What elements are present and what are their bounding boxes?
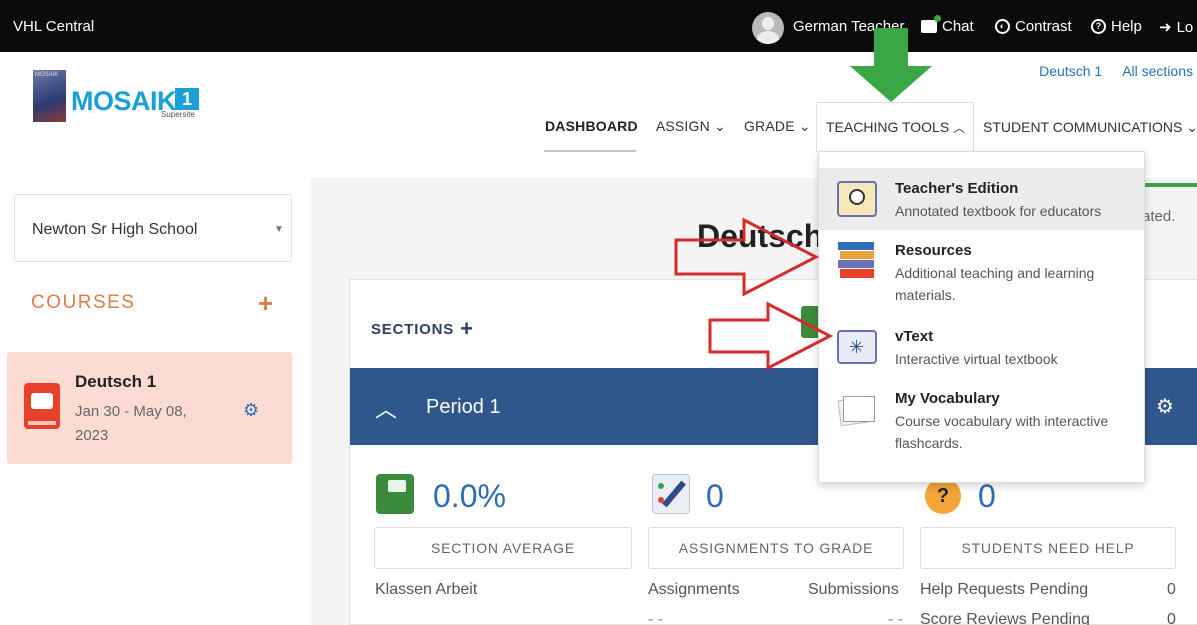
course-dates: Jan 30 - May 08, 2023 xyxy=(75,403,187,444)
submissions-value: - - xyxy=(888,611,904,625)
notebook-icon xyxy=(376,474,414,514)
help-requests-count: 0 xyxy=(1167,581,1176,598)
menu-item-vtext[interactable]: ✳ vText Interactive virtual textbook xyxy=(819,320,1144,380)
vtext-icon: ✳ xyxy=(835,328,879,368)
school-select[interactable]: Newton Sr High School ▼ xyxy=(14,194,292,262)
chevron-down-icon: ⌄ xyxy=(714,118,726,134)
teaching-tools-menu: Teacher's Edition Annotated textbook for… xyxy=(818,151,1145,483)
tab-dashboard[interactable]: DASHBOARD xyxy=(545,118,648,135)
question-bubble-icon: ? xyxy=(925,478,961,514)
course-name: Deutsch 1 xyxy=(75,372,157,391)
caret-down-icon: ▼ xyxy=(274,224,284,235)
logo-cover-image: MOSAIK xyxy=(33,70,66,122)
students-need-help-value: 0 xyxy=(978,478,996,514)
my-vocabulary-title: My Vocabulary xyxy=(895,390,1000,407)
resources-desc: Additional teaching and learning materia… xyxy=(895,265,1095,303)
menu-item-resources[interactable]: Resources Additional teaching and learni… xyxy=(819,232,1144,312)
score-reviews-count: 0 xyxy=(1167,611,1176,625)
tab-student-comms-label: STUDENT COMMUNICATIONS xyxy=(983,119,1183,135)
courses-heading: COURSES xyxy=(31,292,136,313)
main-nav: DASHBOARD ASSIGN ⌄ GRADE ⌄ xyxy=(545,118,829,135)
tab-assign[interactable]: ASSIGN ⌄ xyxy=(656,118,736,135)
contrast-label: Contrast xyxy=(1015,18,1072,35)
course-card[interactable]: Deutsch 1 Jan 30 - May 08, 2023 ⚙ xyxy=(7,352,292,464)
menu-item-teachers-edition[interactable]: Teacher's Edition Annotated textbook for… xyxy=(819,168,1144,230)
chat-icon xyxy=(921,15,941,33)
assignments-label: Assignments xyxy=(648,581,740,598)
logo-tiny-text: MOSAIK xyxy=(35,72,59,78)
brand-link[interactable]: VHL Central xyxy=(13,18,94,35)
assignment-pen-icon xyxy=(652,474,690,514)
top-bar: VHL Central German Teacher Chat ◐ Contra… xyxy=(0,0,1197,52)
sections-heading-label: SECTIONS xyxy=(371,320,455,338)
section-average-button[interactable]: SECTION AVERAGE xyxy=(374,527,632,569)
collapse-chevron-icon[interactable]: ︿ xyxy=(375,392,397,424)
school-name: Newton Sr High School xyxy=(32,221,198,238)
book-icon xyxy=(24,383,60,429)
logout-label: Lo xyxy=(1176,18,1194,36)
help-label: Help xyxy=(1111,18,1142,35)
logo-number: 1 xyxy=(175,88,199,110)
teachers-edition-title: Teacher's Edition xyxy=(895,180,1019,197)
vocabulary-cards-icon xyxy=(835,392,879,432)
alert-text: ated. xyxy=(1142,208,1176,225)
page-title: Deutsch xyxy=(697,218,824,254)
students-need-help-button[interactable]: STUDENTS NEED HELP xyxy=(920,527,1176,569)
tab-student-communications[interactable]: STUDENT COMMUNICATIONS ⌄ xyxy=(983,119,1197,136)
resources-title: Resources xyxy=(895,242,972,259)
breadcrumb: Deutsch 1 All sections xyxy=(1039,63,1193,79)
tab-teaching-tools-label: TEACHING TOOLS xyxy=(826,119,950,135)
course-settings-gear-icon[interactable]: ⚙ xyxy=(243,400,259,421)
resources-books-icon xyxy=(835,240,879,280)
assignments-value: - - xyxy=(648,611,664,625)
chat-label: Chat xyxy=(942,18,974,35)
chevron-up-icon: ︿ xyxy=(953,121,966,135)
menu-item-my-vocabulary[interactable]: My Vocabulary Course vocabulary with int… xyxy=(819,382,1144,462)
teachers-edition-desc: Annotated textbook for educators xyxy=(895,203,1102,219)
contrast-button[interactable]: ◐ Contrast xyxy=(995,18,1072,35)
period-settings-gear-icon[interactable]: ⚙ xyxy=(1156,394,1174,419)
tab-grade[interactable]: GRADE ⌄ xyxy=(744,118,821,135)
assignments-to-grade-value: 0 xyxy=(706,478,724,514)
user-avatar[interactable] xyxy=(752,12,784,44)
period-name: Period 1 xyxy=(426,396,501,418)
score-reviews-label: Score Reviews Pending xyxy=(920,611,1090,625)
help-button[interactable]: ? Help xyxy=(1091,18,1142,35)
chat-button[interactable]: Chat xyxy=(921,15,974,35)
active-tab-underline xyxy=(544,150,636,152)
vtext-desc: Interactive virtual textbook xyxy=(895,351,1058,367)
assignment-name[interactable]: Klassen Arbeit xyxy=(375,581,477,599)
vtext-title: vText xyxy=(895,328,934,345)
chevron-down-icon: ⌄ xyxy=(798,118,811,134)
crumb-sections[interactable]: All sections xyxy=(1122,63,1193,79)
user-name[interactable]: German Teacher xyxy=(793,18,904,35)
help-requests-label: Help Requests Pending xyxy=(920,581,1089,598)
my-vocabulary-desc: Course vocabulary with interactive flash… xyxy=(895,413,1109,451)
alert-accent xyxy=(1140,183,1197,187)
teachers-edition-icon xyxy=(835,179,879,219)
tab-assign-label: ASSIGN xyxy=(655,118,710,134)
crumb-course[interactable]: Deutsch 1 xyxy=(1039,63,1102,79)
contrast-icon: ◐ xyxy=(995,19,1010,34)
add-section-button[interactable]: + xyxy=(460,316,474,342)
add-course-button[interactable]: + xyxy=(258,288,273,319)
section-average-value: 0.0% xyxy=(433,478,506,514)
chevron-down-icon: ⌄ xyxy=(1186,119,1197,135)
mosaik-logo[interactable]: MOSAIK MOSAIK 1 Supersite xyxy=(33,70,213,122)
submissions-label: Submissions xyxy=(808,581,899,598)
logo-supersite: Supersite xyxy=(161,110,195,119)
help-icon: ? xyxy=(1091,19,1106,34)
logout-button[interactable]: ➜ Lo xyxy=(1159,18,1194,37)
tab-teaching-tools[interactable]: TEACHING TOOLS ︿ xyxy=(826,119,965,136)
tab-grade-label: GRADE xyxy=(743,118,795,134)
logout-icon: ➜ xyxy=(1159,19,1172,36)
sections-heading: SECTIONS + xyxy=(371,316,474,342)
assignments-to-grade-button[interactable]: ASSIGNMENTS TO GRADE xyxy=(648,527,904,569)
